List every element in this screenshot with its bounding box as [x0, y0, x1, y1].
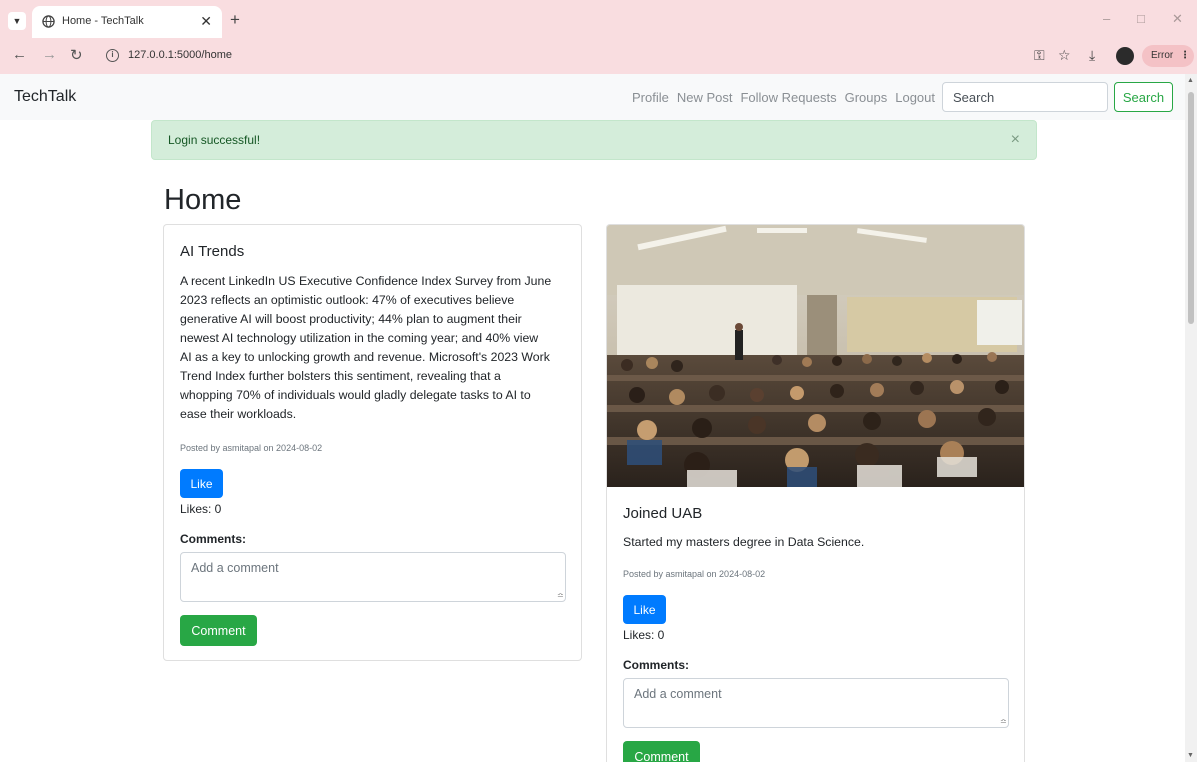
alert-close-icon[interactable]: × [1011, 131, 1020, 149]
search-input[interactable] [942, 82, 1108, 112]
scroll-up-arrow-icon[interactable]: ▲ [1187, 77, 1194, 84]
download-icon[interactable]: ⤓ [1089, 47, 1095, 64]
post-title: AI Trends [180, 243, 245, 260]
post-body-line: newest AI technology utilization in the … [180, 331, 539, 345]
comment-input[interactable] [180, 552, 566, 602]
nav-link-follow-requests[interactable]: Follow Requests [740, 90, 836, 105]
tab-close-icon[interactable]: ✕ [200, 13, 212, 30]
likes-count: Likes: 0 [623, 628, 665, 642]
error-label: Error [1151, 50, 1174, 61]
brand-logo[interactable]: TechTalk [14, 88, 76, 106]
scroll-down-arrow-icon[interactable]: ▼ [1187, 752, 1194, 759]
browser-tab[interactable]: Home - TechTalk ✕ [32, 6, 222, 38]
post-body-line: whopping 70% of individuals would gladly… [180, 388, 531, 402]
post-body: A recent LinkedIn US Executive Confidenc… [180, 272, 570, 424]
url-text: 127.0.0.1:5000/home [128, 49, 232, 61]
resize-grip-icon[interactable]: ≏ [557, 591, 565, 600]
comment-button[interactable]: Comment [180, 615, 257, 646]
browser-tab-strip: ▼ Home - TechTalk ✕ + – □ ✕ [0, 0, 1197, 38]
new-tab-icon[interactable]: + [230, 10, 240, 30]
post-body-line: generative AI will boost productivity; 4… [180, 312, 522, 326]
restore-icon[interactable]: □ [1137, 11, 1145, 26]
reload-icon[interactable]: ↻ [70, 46, 83, 64]
nav-link-groups[interactable]: Groups [845, 90, 888, 105]
nav-link-logout[interactable]: Logout [895, 90, 935, 105]
post-body-line: Trend Index further bolsters this sentim… [180, 369, 501, 383]
post-meta: Posted by asmitapal on 2024-08-02 [180, 443, 323, 453]
page-scrollbar[interactable]: ▲ ▼ [1185, 74, 1197, 762]
post-title: Joined UAB [623, 505, 703, 522]
post-body-line: 2023 reflects an optimistic outlook: 47%… [180, 293, 515, 307]
resize-grip-icon[interactable]: ≏ [1000, 717, 1008, 726]
tab-title: Home - TechTalk [62, 15, 144, 27]
post-meta: Posted by asmitapal on 2024-08-02 [623, 569, 766, 579]
comments-label: Comments: [180, 532, 247, 546]
site-info-icon[interactable]: i [106, 49, 119, 62]
minimize-icon[interactable]: – [1103, 11, 1110, 26]
alert-message: Login successful! [168, 133, 261, 147]
likes-count: Likes: 0 [180, 502, 222, 516]
site-navbar: TechTalk Profile New Post Follow Request… [0, 74, 1185, 120]
page-viewport: TechTalk Profile New Post Follow Request… [0, 74, 1185, 762]
nav-link-new-post[interactable]: New Post [677, 90, 733, 105]
nav-link-profile[interactable]: Profile [632, 90, 669, 105]
scrollbar-thumb[interactable] [1188, 92, 1194, 324]
nav-links: Profile New Post Follow Requests Groups … [624, 90, 935, 105]
post-image [607, 225, 1024, 487]
post-card: Joined UAB Started my masters degree in … [606, 224, 1025, 762]
globe-icon [42, 15, 55, 28]
success-alert: Login successful! × [151, 120, 1037, 160]
back-arrow-icon[interactable]: ← [12, 46, 27, 63]
comment-input[interactable] [623, 678, 1009, 728]
comment-button[interactable]: Comment [623, 741, 700, 762]
like-button[interactable]: Like [623, 595, 666, 624]
forward-arrow-icon[interactable]: → [42, 46, 57, 63]
post-body-line: AI as a key to unlocking growth and reve… [180, 350, 550, 364]
search-button[interactable]: Search [1114, 82, 1173, 112]
kebab-menu-icon[interactable]: ⋮ [1180, 50, 1190, 61]
post-body: Started my masters degree in Data Scienc… [623, 535, 865, 549]
url-field[interactable]: i 127.0.0.1:5000/home [100, 43, 1076, 69]
page-title: Home [164, 184, 242, 216]
like-button[interactable]: Like [180, 469, 223, 498]
post-body-line: A recent LinkedIn US Executive Confidenc… [180, 274, 552, 288]
password-key-icon[interactable]: ⚿ [1034, 47, 1045, 64]
post-card: AI Trends A recent LinkedIn US Executive… [163, 224, 582, 661]
post-body-line: ease their workloads. [180, 407, 297, 421]
profile-avatar-icon[interactable] [1116, 47, 1134, 65]
browser-address-bar: ← → ↻ i 127.0.0.1:5000/home ⚿ ☆ ⤓ [0, 38, 1197, 74]
tab-search-chevron-icon[interactable]: ▼ [8, 12, 26, 30]
window-close-icon[interactable]: ✕ [1172, 11, 1183, 27]
error-badge[interactable]: Error ⋮ [1142, 45, 1194, 67]
comments-label: Comments: [623, 658, 690, 672]
bookmark-star-icon[interactable]: ☆ [1058, 47, 1071, 64]
